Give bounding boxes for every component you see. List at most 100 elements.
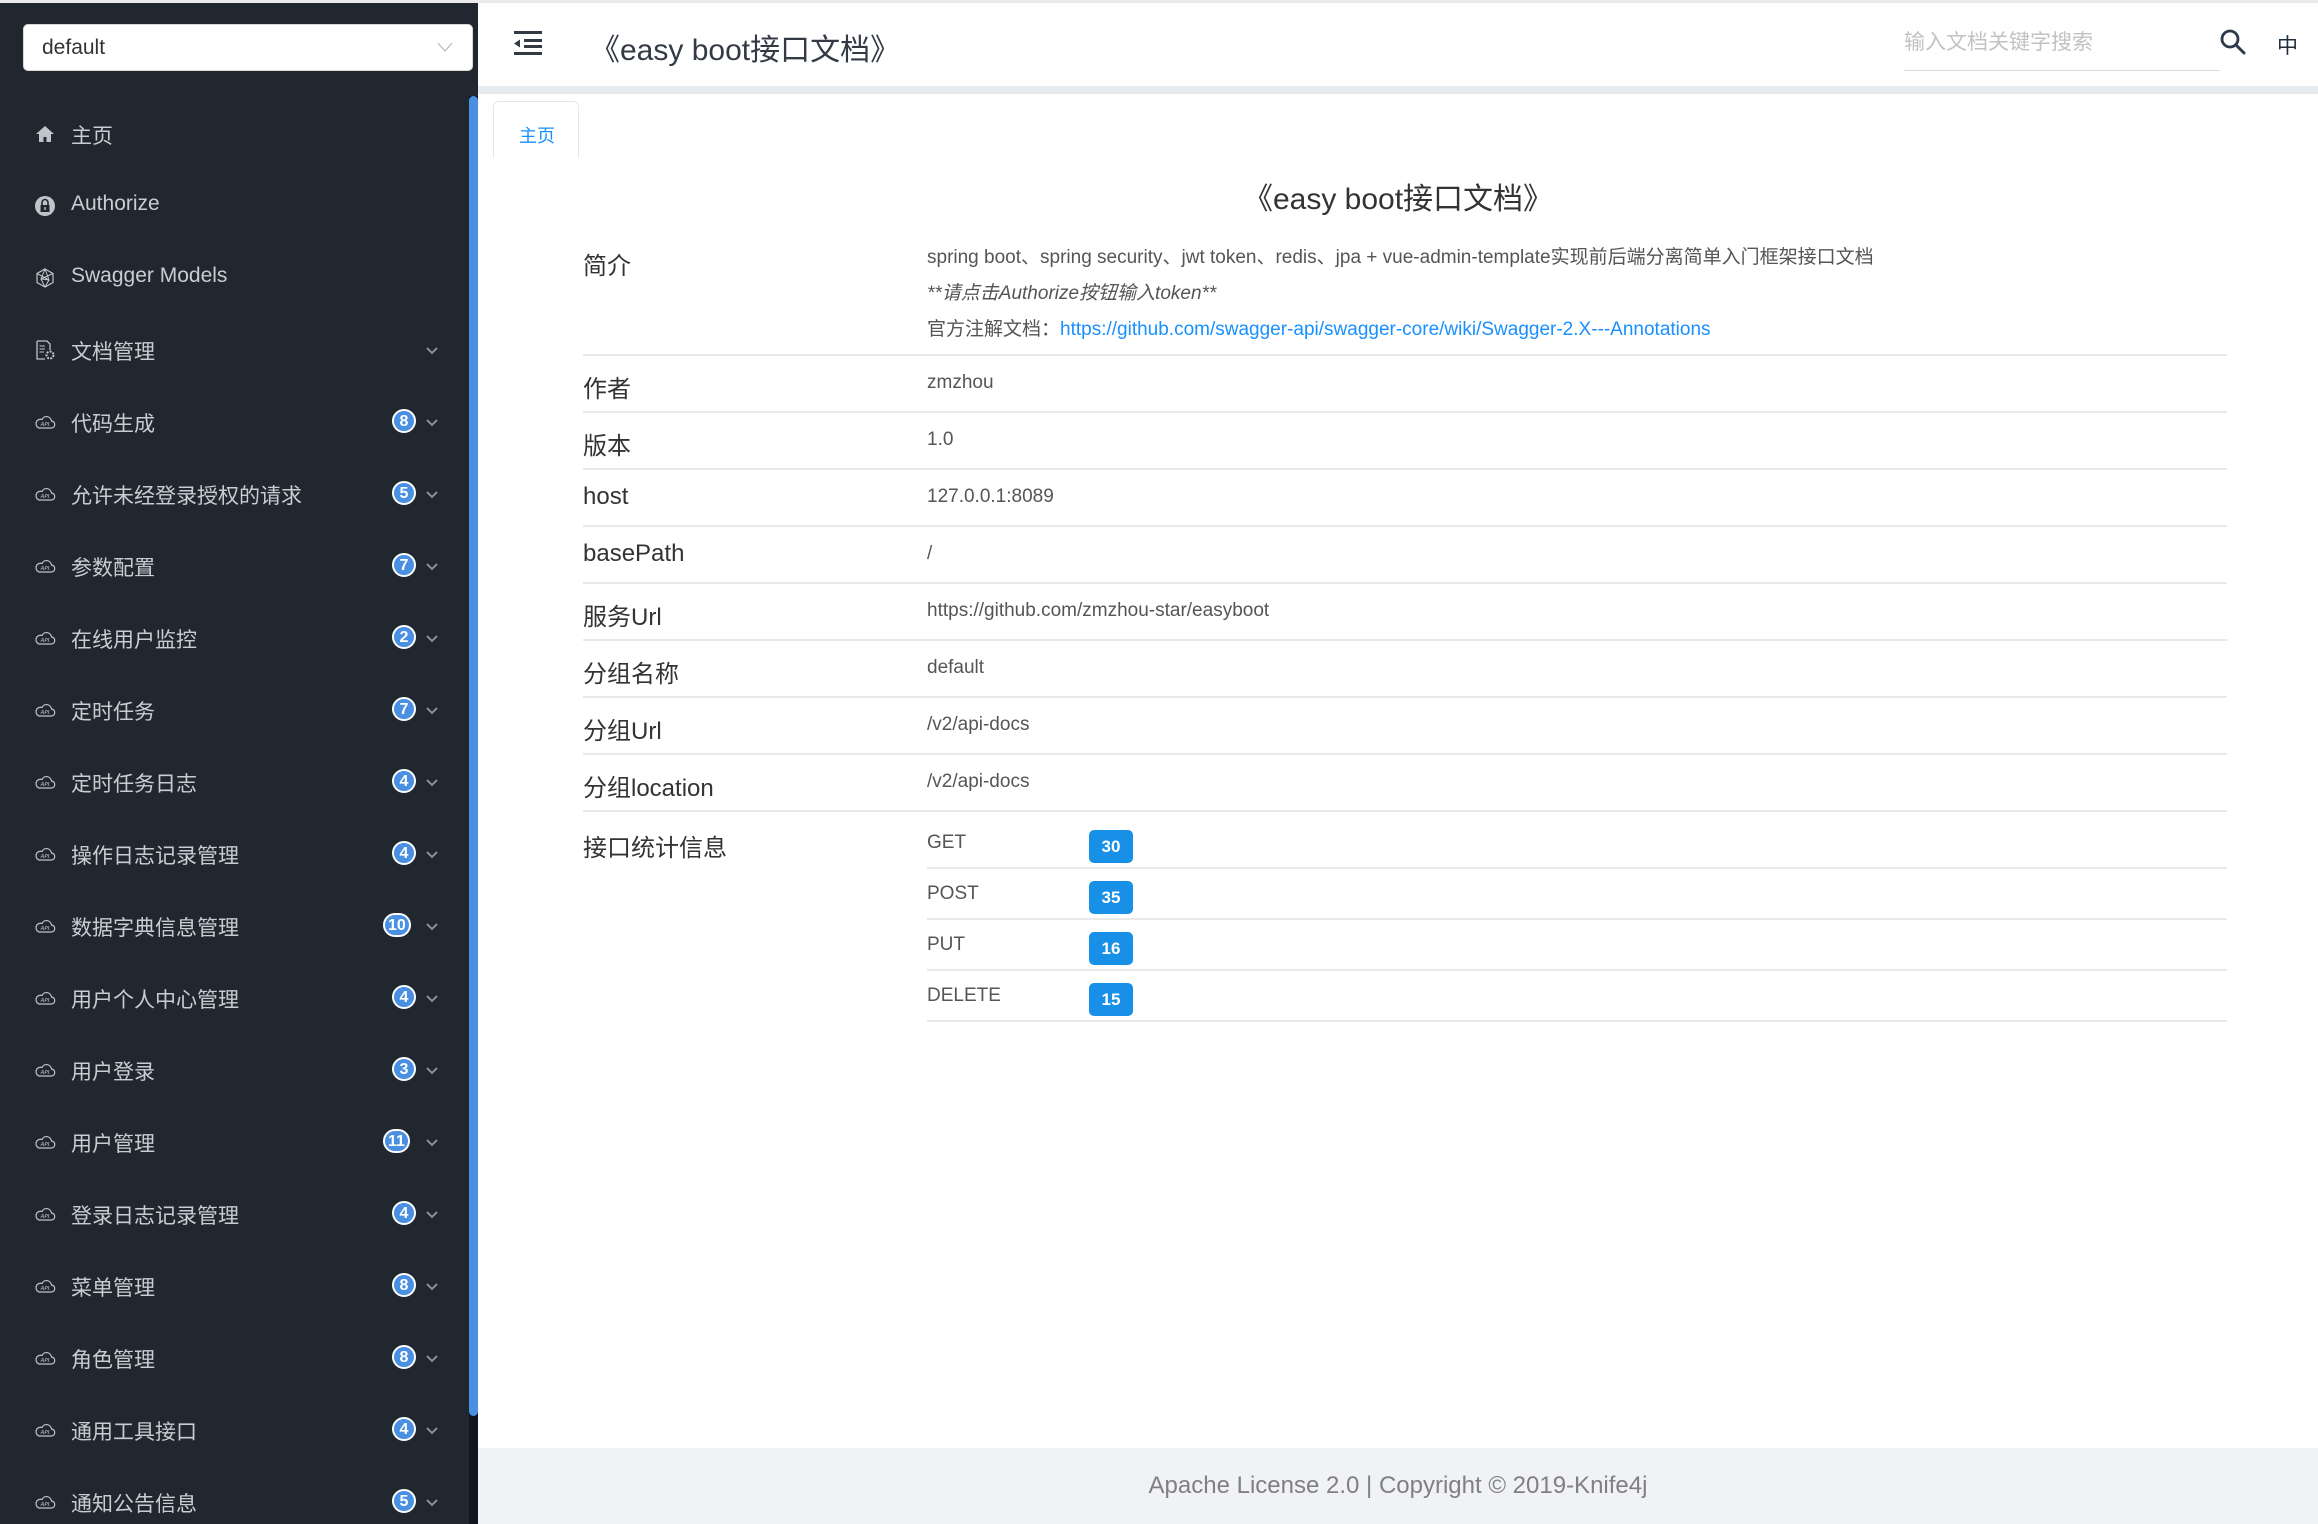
- api-cloud-icon: API: [34, 411, 56, 433]
- method-stat-row: POST 35: [927, 869, 2227, 920]
- annotations-link[interactable]: https://github.com/swagger-api/swagger-c…: [1060, 319, 1711, 340]
- info-row: 作者 zmzhou: [583, 356, 2227, 413]
- sidebar-item-1[interactable]: Authorize: [0, 170, 465, 242]
- sidebar-item-3[interactable]: 文档管理: [0, 314, 465, 386]
- sidebar-item-label: 通知公告信息: [71, 1493, 197, 1516]
- info-row: 分组名称 default: [583, 641, 2227, 698]
- search-icon[interactable]: [2219, 28, 2247, 56]
- chevron-down-icon[interactable]: [425, 487, 439, 499]
- intro-auth-hint: **请点击Authorize按钮输入token**: [927, 283, 1217, 304]
- sidebar-item-5[interactable]: API 允许未经登录授权的请求 5: [0, 458, 465, 530]
- info-key: 分组location: [583, 775, 714, 802]
- sidebar-item-label: 用户管理: [71, 1133, 155, 1156]
- chevron-down-icon[interactable]: [425, 1351, 439, 1363]
- sidebar-item-14[interactable]: API 用户管理 11: [0, 1106, 465, 1178]
- sidebar-item-7[interactable]: API 在线用户监控 2: [0, 602, 465, 674]
- document-gear-icon: [34, 339, 56, 361]
- sidebar-item-13[interactable]: API 用户登录 3: [0, 1034, 465, 1106]
- sidebar-item-9[interactable]: API 定时任务日志 4: [0, 746, 465, 818]
- http-method: GET: [927, 832, 967, 853]
- api-cloud-icon: API: [34, 699, 56, 721]
- info-row: 分组location/v2/api-docs: [583, 755, 2227, 812]
- annotations-prefix: 官方注解文档：: [927, 319, 1061, 340]
- sidebar-item-8[interactable]: API 定时任务 7: [0, 674, 465, 746]
- chevron-down-icon[interactable]: [425, 631, 439, 643]
- chevron-down-icon[interactable]: [425, 703, 439, 715]
- count-badge: 4: [392, 985, 416, 1009]
- sidebar-item-19[interactable]: API 通知公告信息 5: [0, 1466, 465, 1524]
- info-key: 分组Url: [583, 718, 662, 745]
- group-select[interactable]: default: [23, 24, 473, 71]
- sidebar-item-4[interactable]: API 代码生成 8: [0, 386, 465, 458]
- chevron-down-icon[interactable]: [425, 343, 439, 355]
- sidebar-item-11[interactable]: API 数据字典信息管理 10: [0, 890, 465, 962]
- sidebar-item-2[interactable]: Swagger Models: [0, 242, 465, 314]
- sidebar-item-label: 定时任务: [71, 701, 155, 724]
- chevron-down-icon[interactable]: [425, 991, 439, 1003]
- sidebar-item-16[interactable]: API 菜单管理 8: [0, 1250, 465, 1322]
- api-cloud-icon: API: [34, 915, 56, 937]
- chevron-down-icon[interactable]: [425, 559, 439, 571]
- info-row: 版本 1.0: [583, 413, 2227, 470]
- sidebar-item-17[interactable]: API 角色管理 8: [0, 1322, 465, 1394]
- menu-collapse-icon[interactable]: [514, 30, 542, 56]
- api-cloud-icon: API: [34, 1419, 56, 1441]
- svg-text:API: API: [40, 1142, 50, 1148]
- info-row-stats: 接口统计信息 GET 30 POST 35 PUT 16 DELETE 15: [583, 812, 2227, 1032]
- sidebar-item-label: 在线用户监控: [71, 629, 197, 652]
- lock-icon: [34, 195, 56, 217]
- tab-bar: 主页: [478, 94, 2318, 159]
- count-badge: 3: [392, 1057, 416, 1081]
- sidebar-scrollbar-thumb[interactable]: [469, 96, 478, 1416]
- sidebar-item-label: 主页: [71, 125, 113, 148]
- count-badge: 8: [392, 1273, 416, 1297]
- sidebar-item-label: 文档管理: [71, 341, 155, 364]
- sidebar-item-0[interactable]: 主页: [0, 98, 465, 170]
- tab-home-label: 主页: [519, 126, 555, 146]
- count-badge: 7: [392, 697, 416, 721]
- count-badge: 8: [392, 409, 416, 433]
- sidebar-item-label: 登录日志记录管理: [71, 1205, 239, 1228]
- language-toggle[interactable]: 中: [2277, 30, 2298, 60]
- sidebar-item-label: Authorize: [71, 192, 160, 215]
- chevron-down-icon[interactable]: [425, 919, 439, 931]
- http-method: PUT: [927, 934, 965, 955]
- info-row: basePath /: [583, 527, 2227, 584]
- chevron-down-icon[interactable]: [425, 415, 439, 427]
- info-value: default: [927, 657, 985, 678]
- chevron-down-icon[interactable]: [425, 1207, 439, 1219]
- chevron-down-icon[interactable]: [425, 1063, 439, 1075]
- chevron-down-icon[interactable]: [425, 847, 439, 859]
- group-select-value: default: [42, 36, 106, 59]
- method-stat-row: GET 30: [927, 818, 2227, 869]
- info-row: host 127.0.0.1:8089: [583, 470, 2227, 527]
- chevron-down-icon[interactable]: [425, 1495, 439, 1507]
- svg-text:API: API: [40, 998, 50, 1004]
- doc-info-table: 简介 spring boot、spring security、jwt token…: [583, 230, 2227, 1032]
- sidebar-item-6[interactable]: API 参数配置 7: [0, 530, 465, 602]
- search-input[interactable]: [1904, 23, 2204, 63]
- search-box: [1904, 23, 2220, 71]
- sidebar-item-18[interactable]: API 通用工具接口 4: [0, 1394, 465, 1466]
- intro-description: spring boot、spring security、jwt token、re…: [927, 247, 1874, 268]
- chevron-down-icon[interactable]: [425, 775, 439, 787]
- chevron-down-icon[interactable]: [425, 1279, 439, 1291]
- chevron-down-icon[interactable]: [425, 1423, 439, 1435]
- tab-home[interactable]: 主页: [493, 101, 579, 159]
- api-cloud-icon: API: [34, 771, 56, 793]
- footer: Apache License 2.0 | Copyright © 2019-Kn…: [478, 1448, 2318, 1524]
- svg-text:API: API: [40, 1286, 50, 1292]
- svg-text:API: API: [40, 782, 50, 788]
- http-method: DELETE: [927, 985, 1001, 1006]
- app-title: 《easy boot接口文档》: [590, 34, 901, 67]
- chevron-down-icon[interactable]: [425, 1135, 439, 1147]
- sidebar-item-15[interactable]: API 登录日志记录管理 4: [0, 1178, 465, 1250]
- api-cloud-icon: API: [34, 987, 56, 1009]
- sidebar-item-10[interactable]: API 操作日志记录管理 4: [0, 818, 465, 890]
- sidebar-item-12[interactable]: API 用户个人中心管理 4: [0, 962, 465, 1034]
- header-divider: [478, 86, 2318, 94]
- api-cloud-icon: API: [34, 1491, 56, 1513]
- info-key: 版本: [583, 433, 631, 460]
- info-row: 分组Url/v2/api-docs: [583, 698, 2227, 755]
- api-cloud-icon: API: [34, 1347, 56, 1369]
